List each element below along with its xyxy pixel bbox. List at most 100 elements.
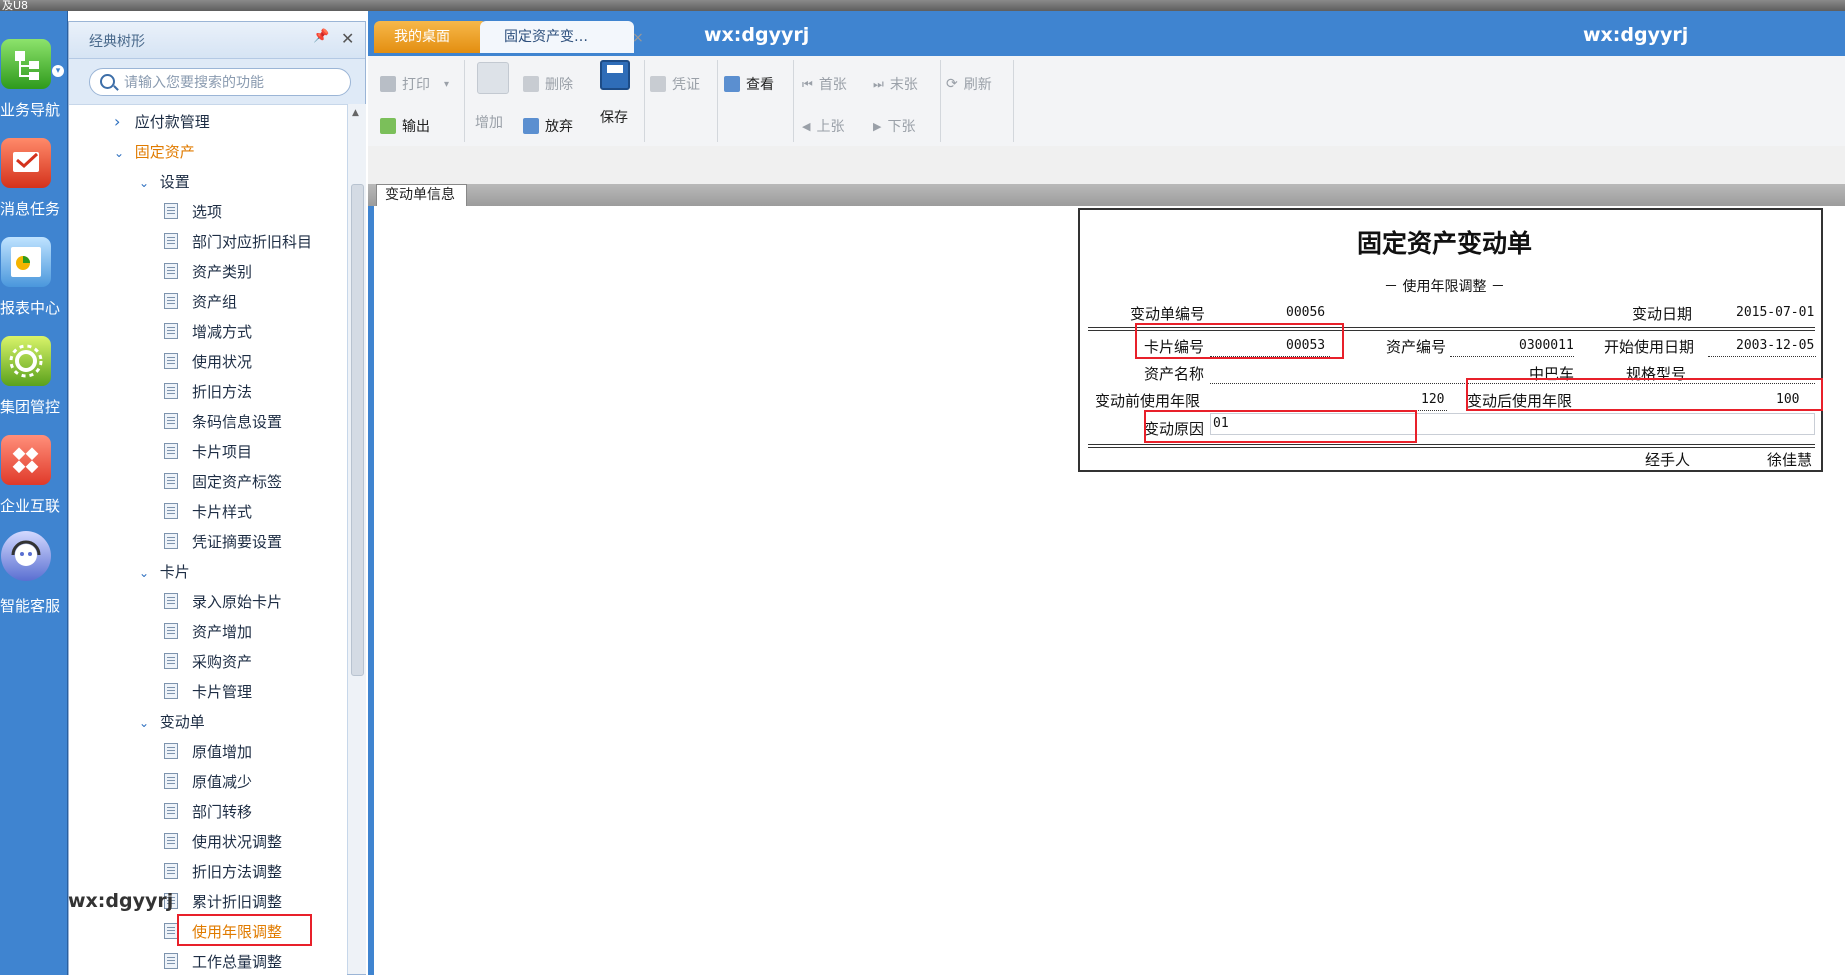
tree-item-label: 设置 (159, 173, 190, 191)
refresh-button[interactable]: ⟳ 刷新 (946, 74, 992, 94)
card-no-value[interactable]: 00053 (1286, 338, 1325, 353)
view-button[interactable]: 查看 (724, 74, 774, 94)
field-underline (1210, 410, 1447, 411)
discard-button[interactable]: 放弃 (523, 116, 573, 136)
scrollbar-thumb[interactable] (351, 184, 364, 676)
document-icon (164, 383, 178, 399)
tab-change-info[interactable]: 变动单信息 (376, 184, 467, 206)
close-icon[interactable]: ✕ (341, 29, 354, 48)
handler-value: 徐佳慧 (1767, 451, 1813, 469)
tree-item-label: 累计折旧调整 (192, 893, 283, 911)
tab-fixed-asset-change[interactable]: 固定资产变… (480, 21, 634, 53)
rail-group-control[interactable]: 集团管控 (0, 336, 67, 436)
start-date-value: 2003-12-05 (1736, 338, 1815, 353)
tree-scrollbar[interactable]: ▲ (347, 104, 366, 974)
add-label: 增加 (475, 115, 503, 131)
tree-folder-item[interactable]: ⌄ 变动单 (139, 709, 205, 735)
document-icon (164, 803, 178, 819)
tree-leaf-item[interactable]: 使用状况 (164, 349, 252, 375)
scroll-up-icon[interactable]: ▲ (352, 108, 359, 118)
change-date-value: 2015-07-01 (1736, 305, 1815, 320)
print-button[interactable]: 打印 ▾ (380, 74, 449, 94)
tree-leaf-item[interactable]: 卡片项目 (164, 439, 252, 465)
chevron-down-icon[interactable]: ⌄ (139, 560, 155, 586)
prev-button[interactable]: ◀ 上张 (802, 116, 844, 136)
rail-report-center[interactable]: 报表中心 (0, 237, 67, 337)
tree-leaf-item[interactable]: 增减方式 (164, 319, 252, 345)
first-label: 首张 (818, 77, 847, 93)
tree-folder-item[interactable]: ⌄ 设置 (139, 169, 190, 195)
reason-input[interactable]: 01 (1210, 413, 1815, 435)
tree-leaf-item[interactable]: 工作总量调整 (164, 949, 282, 975)
tree-leaf-item[interactable]: 部门对应折旧科目 (164, 229, 312, 255)
tree-leaf-item[interactable]: 资产类别 (164, 259, 252, 285)
tree-leaf-item[interactable]: 原值增加 (164, 739, 252, 765)
next-button[interactable]: ▶ 下张 (873, 116, 915, 136)
voucher-button[interactable]: 凭证 (650, 74, 700, 94)
export-button[interactable]: 输出 (380, 116, 430, 136)
search-box[interactable] (89, 68, 351, 96)
tab-label: 固定资产变… (504, 29, 588, 45)
tab-close-icon[interactable]: × (632, 30, 644, 46)
rail-label: 业务导航 (0, 101, 60, 119)
card-no-label: 卡片编号 (1144, 338, 1205, 356)
tree-item-label: 原值减少 (192, 773, 253, 791)
tree-leaf-item[interactable]: 资产增加 (164, 619, 252, 645)
rail-enterprise-link[interactable]: 企业互联 (0, 435, 67, 535)
add-button[interactable]: 增加 (475, 60, 515, 142)
tree-leaf-item[interactable]: 部门转移 (164, 799, 252, 825)
save-button[interactable]: 保存 (596, 60, 636, 142)
change-form: 固定资产变动单 － 使用年限调整 － 变动单编号 00056 变动日期 2015… (1078, 208, 1823, 472)
rail-message-task[interactable]: 消息任务 (0, 138, 67, 238)
tree-panel-header: 经典树形 📌 ✕ (69, 22, 365, 59)
delete-button[interactable]: 删除 (523, 74, 573, 94)
last-label: 末张 (889, 77, 918, 93)
chevron-down-icon[interactable]: ▾ (444, 79, 449, 90)
asset-no-value: 0300011 (1519, 338, 1574, 353)
chevron-down-icon[interactable]: ▾ (52, 65, 64, 77)
business-nav-icon (1, 39, 51, 89)
chevron-right-icon[interactable]: › (114, 109, 130, 135)
tree-leaf-item[interactable]: 折旧方法调整 (164, 859, 282, 885)
tree-leaf-item[interactable]: 原值减少 (164, 769, 252, 795)
form-subtitle: － 使用年限调整 － (1384, 279, 1505, 295)
tree-leaf-item[interactable]: 累计折旧调整 (164, 889, 282, 915)
rail-smart-service[interactable]: 智能客服 (0, 531, 67, 631)
tree-leaf-item[interactable]: 选项 (164, 199, 222, 225)
search-input[interactable] (122, 72, 346, 94)
rail-business-nav[interactable]: ▾ 业务导航 (0, 39, 67, 139)
toolbar: 打印 ▾ 输出 增加 删除 放弃 保存 凭证 查看 ⏮ 首张 ⏭ 末张 ◀ 上张… (368, 56, 1845, 147)
app-title: 及U8 (2, 0, 29, 11)
chevron-down-icon[interactable]: ⌄ (139, 710, 155, 736)
tree-leaf-item[interactable]: 凭证摘要设置 (164, 529, 282, 555)
tree-leaf-item[interactable]: 使用状况调整 (164, 829, 282, 855)
tree-leaf-item[interactable]: 资产组 (164, 289, 237, 315)
rail-label: 智能客服 (0, 597, 60, 615)
tree-folder-item[interactable]: ⌄ 卡片 (139, 559, 190, 585)
pin-icon[interactable]: 📌 (313, 29, 329, 44)
chevron-down-icon[interactable]: ⌄ (139, 170, 155, 196)
tree-leaf-item[interactable]: 卡片管理 (164, 679, 252, 705)
delete-icon (523, 76, 539, 92)
report-center-icon (1, 237, 51, 287)
tree-leaf-item[interactable]: 卡片样式 (164, 499, 252, 525)
tree-leaf-item[interactable]: 条码信息设置 (164, 409, 282, 435)
tree-item-label: 使用状况 (192, 353, 253, 371)
tree-leaf-item[interactable]: 录入原始卡片 (164, 589, 282, 615)
change-no-label: 变动单编号 (1130, 305, 1206, 323)
voucher-label: 凭证 (672, 77, 700, 93)
field-underline (1598, 410, 1816, 411)
tree-item-label: 录入原始卡片 (192, 593, 283, 611)
tree-folder-item[interactable]: ⌄ 固定资产 (114, 139, 195, 165)
tree-item-label: 固定资产 (134, 143, 195, 161)
first-button[interactable]: ⏮ 首张 (802, 74, 847, 94)
last-button[interactable]: ⏭ 末张 (873, 74, 918, 94)
after-years-value[interactable]: 100 (1776, 392, 1799, 407)
tree-leaf-item[interactable]: 折旧方法 (164, 379, 252, 405)
tree-leaf-item[interactable]: 使用年限调整 (164, 919, 282, 945)
tree-leaf-item[interactable]: 采购资产 (164, 649, 252, 675)
tree-leaf-item[interactable]: 固定资产标签 (164, 469, 282, 495)
tree-folder-item[interactable]: › 应付款管理 (114, 109, 210, 135)
chevron-down-icon[interactable]: ⌄ (114, 140, 130, 166)
tab-my-desktop[interactable]: 我的桌面 (374, 21, 487, 53)
